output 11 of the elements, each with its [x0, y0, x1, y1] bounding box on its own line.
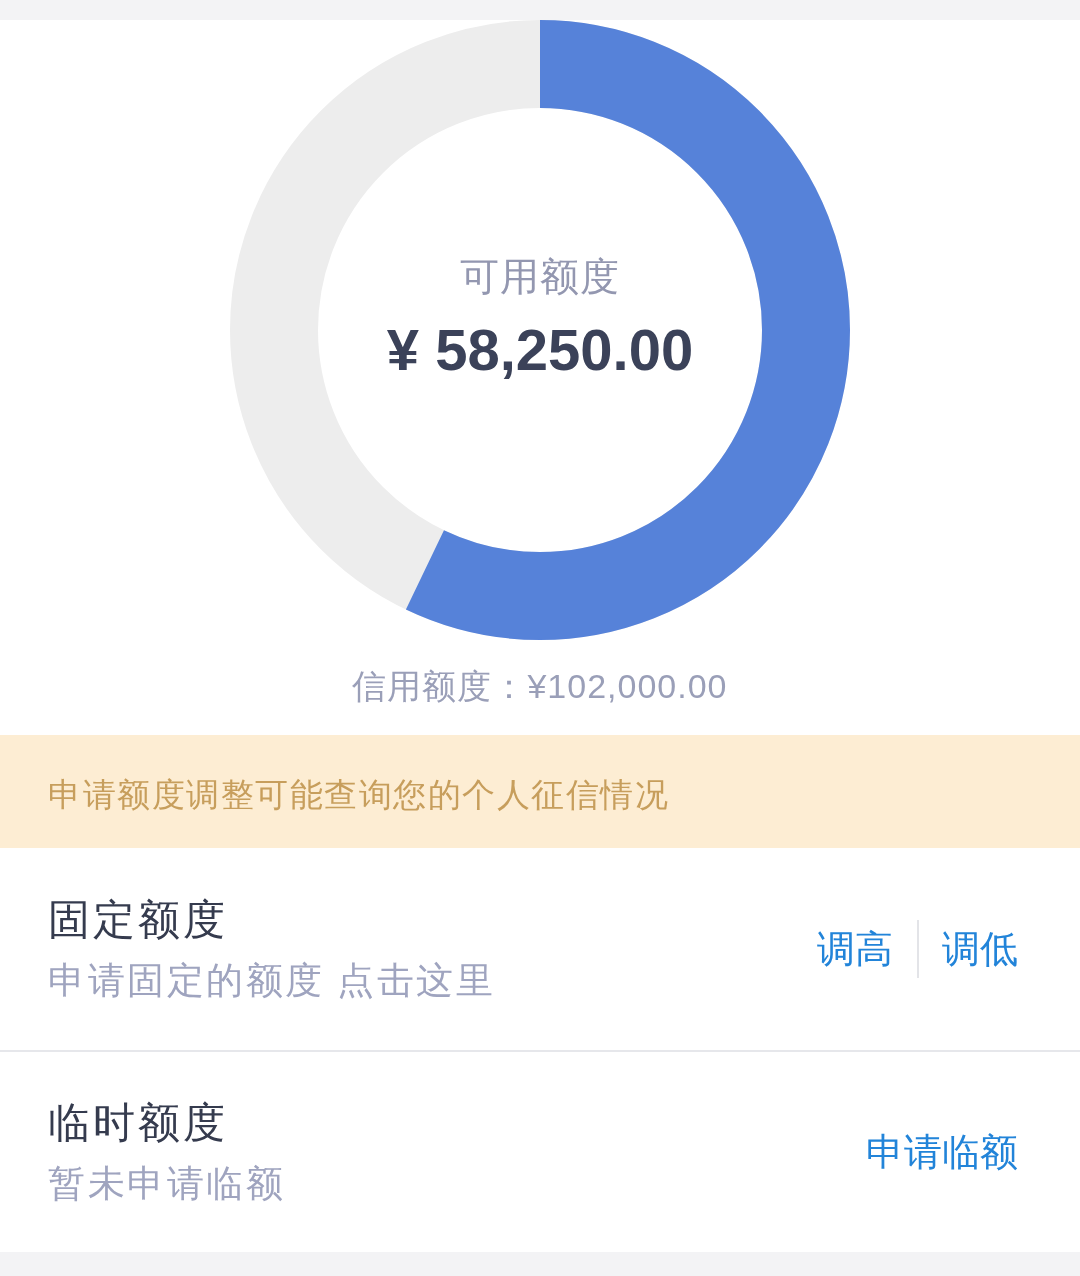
notice-banner: 申请额度调整可能查询您的个人征信情况	[0, 734, 1080, 849]
section-title: 固定额度	[48, 895, 229, 945]
available-amount: ¥ 58,250.00	[386, 315, 694, 384]
section-subtitle: 申请固定的额度 点击这里	[48, 959, 496, 1004]
section-subtitle: 暂未申请临额	[48, 1162, 285, 1207]
action-link[interactable]: 申请临额	[866, 1129, 1018, 1176]
available-label: 可用额度	[459, 253, 621, 300]
action-link[interactable]: 调低	[942, 926, 1018, 973]
action-link[interactable]: 调高	[817, 926, 893, 973]
section-title: 临时额度	[48, 1098, 229, 1148]
credit-limit-text: 信用额度：¥102,000.00	[351, 666, 729, 707]
